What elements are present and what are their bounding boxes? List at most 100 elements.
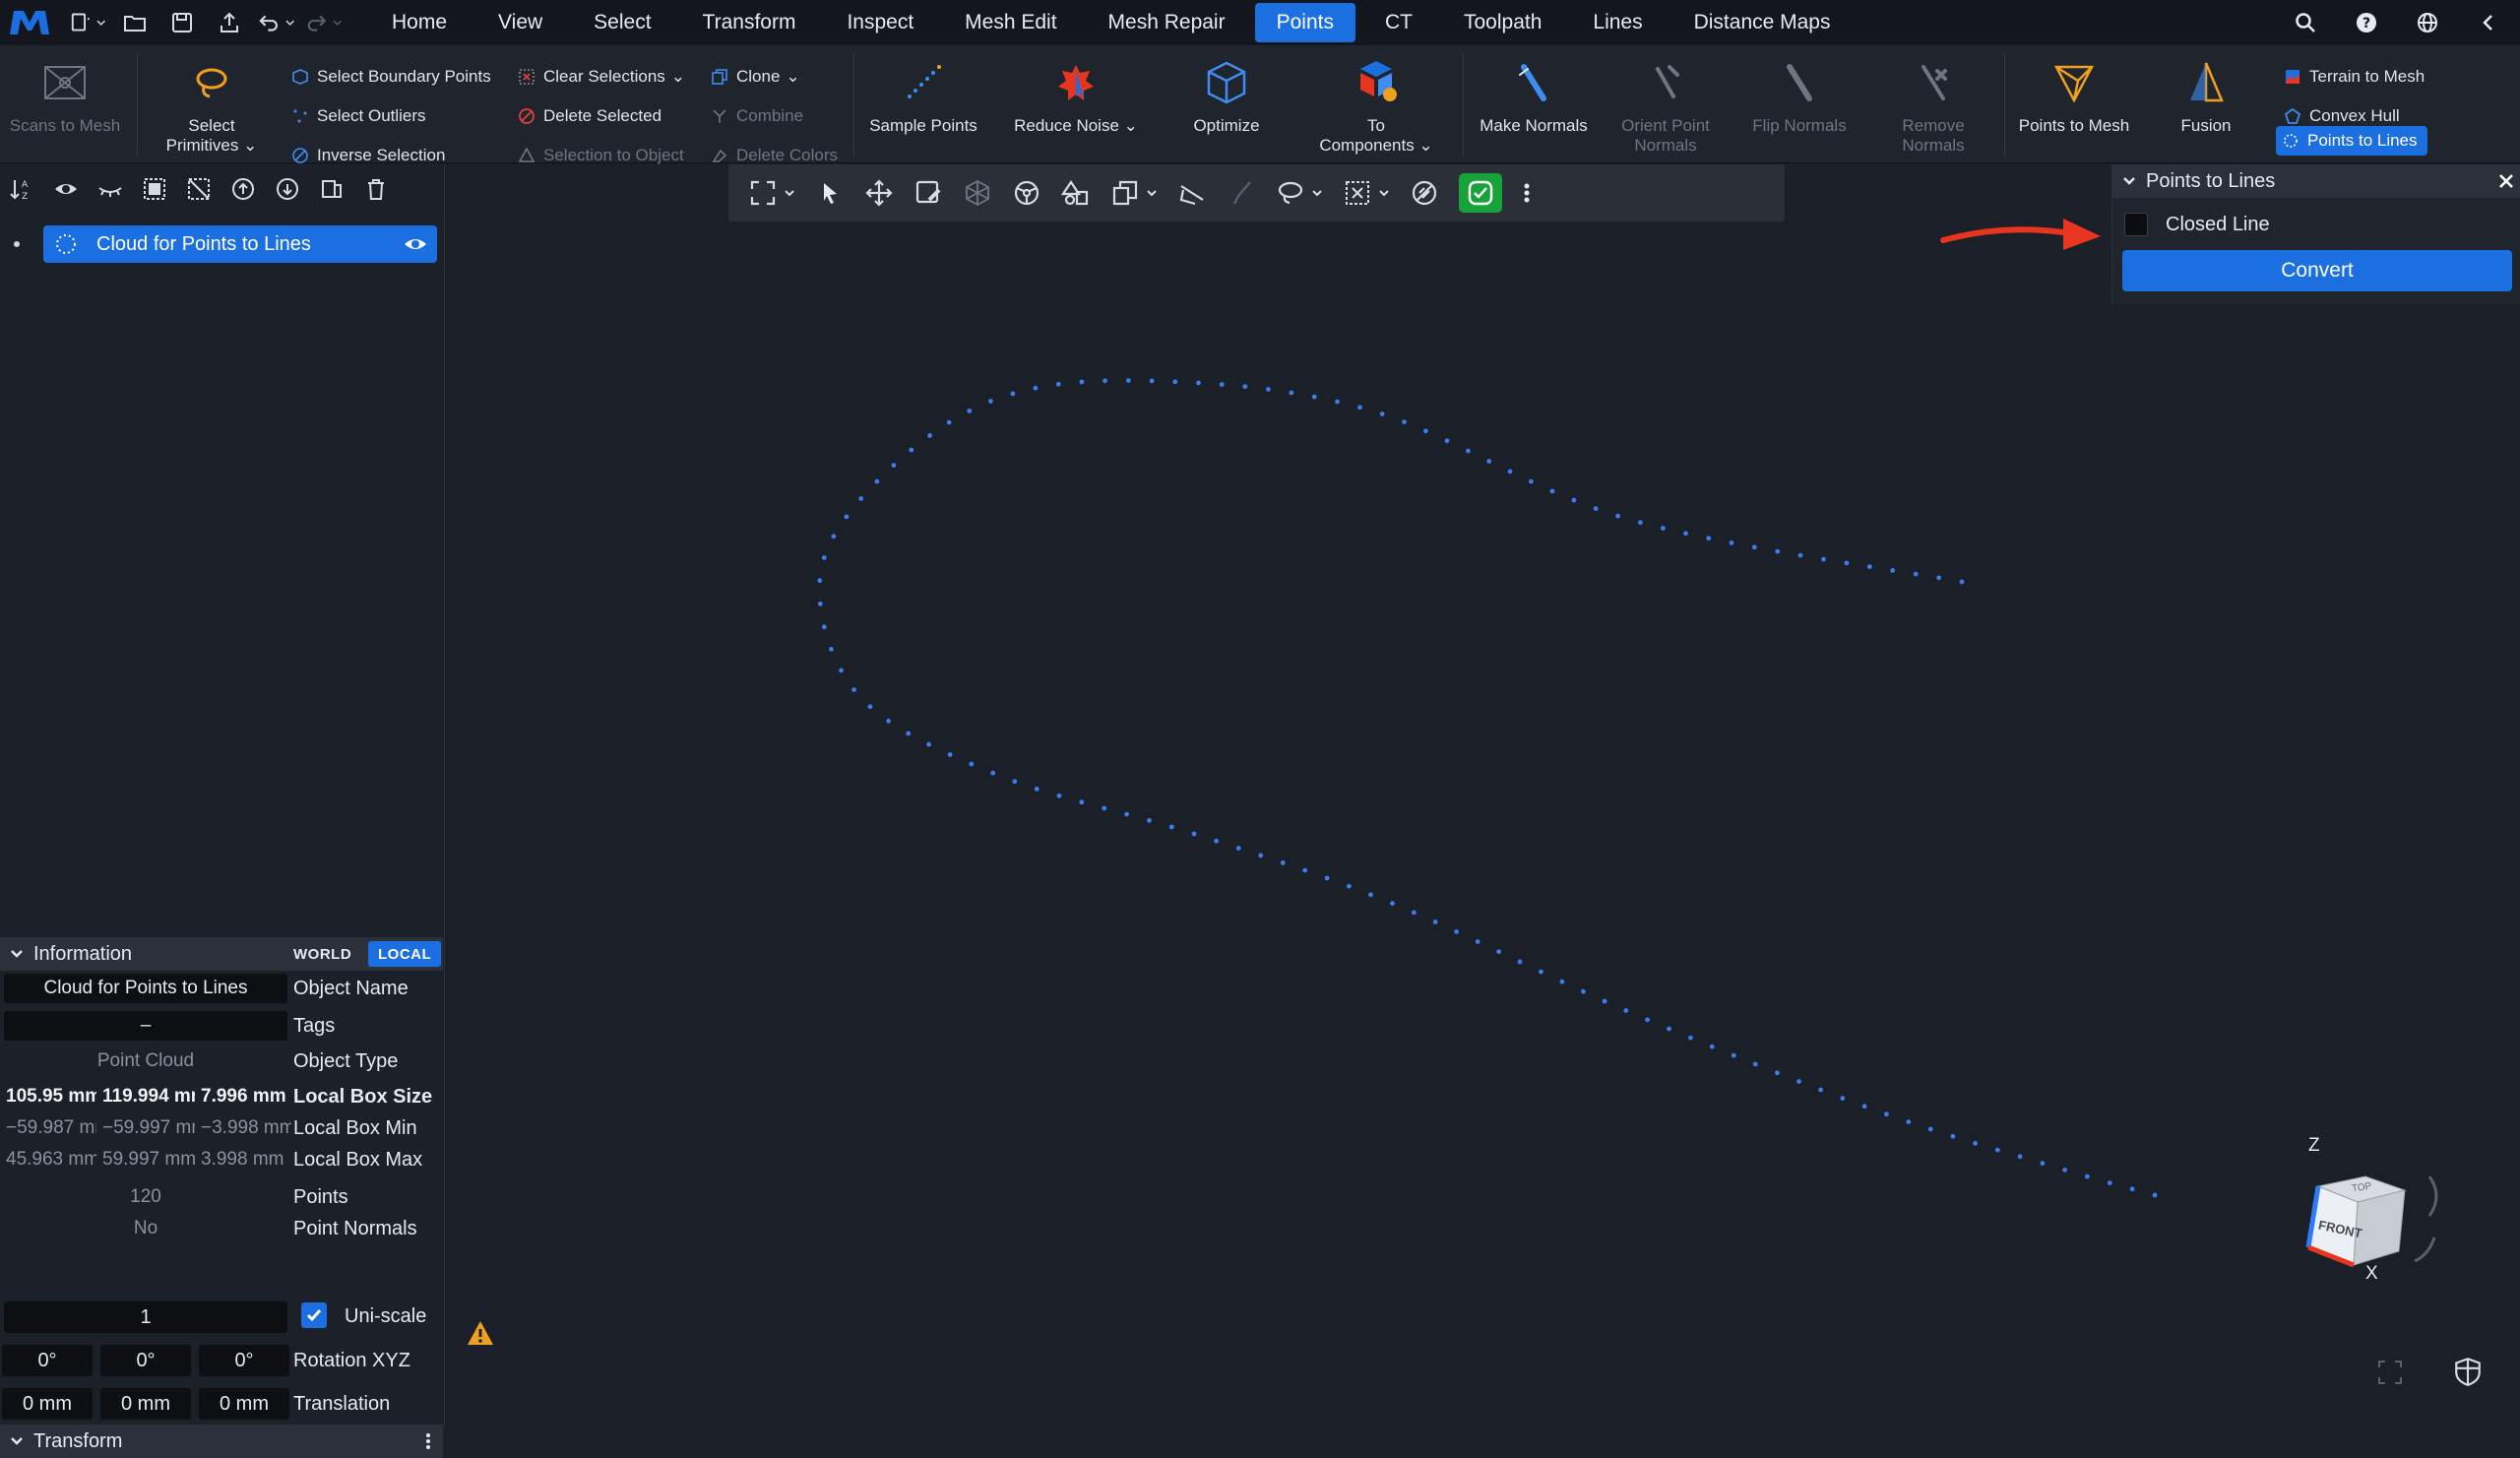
redo-icon[interactable] xyxy=(305,5,343,40)
shapes-icon[interactable] xyxy=(1061,173,1091,213)
points-to-lines-button[interactable]: Points to Lines xyxy=(2276,126,2427,156)
visibility-eye-icon[interactable] xyxy=(402,231,429,257)
translation-x-input[interactable]: 0 mm xyxy=(2,1388,93,1420)
object-name-input[interactable]: Cloud for Points to Lines xyxy=(4,974,287,1003)
app-logo-icon[interactable] xyxy=(8,5,51,40)
sample-points-button[interactable]: Sample Points xyxy=(862,45,984,163)
reduce-noise-button[interactable]: Reduce Noise ⌄ xyxy=(1012,45,1140,163)
transform-header[interactable]: Transform xyxy=(0,1425,443,1458)
delete-selected-button[interactable]: Delete Selected xyxy=(518,99,662,133)
fusion-button[interactable]: Fusion xyxy=(2152,45,2260,163)
menu-view[interactable]: View xyxy=(476,3,564,42)
help-icon[interactable]: ? xyxy=(2347,5,2386,40)
points-to-lines-header[interactable]: Points to Lines xyxy=(2112,164,2520,198)
rotation-x-input[interactable]: 0° xyxy=(2,1345,93,1376)
collapse-chevron-icon[interactable] xyxy=(2469,5,2508,40)
rotation-y-input[interactable]: 0° xyxy=(100,1345,191,1376)
terrain-to-mesh-button[interactable]: Terrain to Mesh xyxy=(2284,60,2425,94)
search-icon[interactable] xyxy=(2286,5,2325,40)
delete-trash-icon[interactable] xyxy=(360,173,392,205)
cloud-point xyxy=(927,433,932,438)
duplicate-icon[interactable] xyxy=(316,173,347,205)
translation-z-input[interactable]: 0 mm xyxy=(199,1388,289,1420)
local-toggle[interactable]: LOCAL xyxy=(368,941,442,967)
menu-inspect[interactable]: Inspect xyxy=(825,3,935,42)
save-icon[interactable] xyxy=(163,5,201,40)
hide-object-icon[interactable] xyxy=(1177,173,1207,213)
menu-mesh-edit[interactable]: Mesh Edit xyxy=(943,3,1078,42)
menu-home[interactable]: Home xyxy=(370,3,469,42)
undo-icon[interactable] xyxy=(258,5,295,40)
points-to-lines-panel: Points to Lines Closed Line Convert xyxy=(2111,164,2520,304)
open-folder-icon[interactable] xyxy=(116,5,154,40)
tags-input[interactable]: – xyxy=(4,1011,287,1041)
shield-view-icon[interactable] xyxy=(2452,1356,2484,1387)
show-all-eye-icon[interactable] xyxy=(50,173,82,205)
warning-icon[interactable] xyxy=(466,1318,495,1348)
3d-viewport[interactable]: FRONT TOP Z X xyxy=(446,164,2520,1427)
view-cube[interactable]: FRONT TOP Z X xyxy=(2297,1135,2454,1326)
flip-normals-button[interactable]: Flip Normals xyxy=(1738,45,1860,163)
deselect-all-icon[interactable] xyxy=(183,173,215,205)
make-normals-button[interactable]: Make Normals xyxy=(1473,45,1595,163)
reduce-noise-icon xyxy=(1050,57,1102,108)
clone-button[interactable]: Clone ⌄ xyxy=(711,60,800,94)
menu-mesh-repair[interactable]: Mesh Repair xyxy=(1087,3,1247,42)
tree-item-cloud[interactable]: Cloud for Points to Lines xyxy=(43,225,437,263)
menu-lines[interactable]: Lines xyxy=(1571,3,1664,42)
more-options-icon[interactable] xyxy=(423,1431,433,1451)
select-primitives-button[interactable]: Select Primitives ⌄ xyxy=(148,45,276,163)
menu-transform[interactable]: Transform xyxy=(681,3,818,42)
new-file-icon[interactable] xyxy=(69,5,106,40)
select-boundary-points-button[interactable]: Select Boundary Points xyxy=(291,60,491,94)
fit-view-icon[interactable] xyxy=(2375,1358,2405,1387)
copy-object-icon[interactable] xyxy=(1110,173,1158,213)
move-up-icon[interactable] xyxy=(227,173,259,205)
brush-icon[interactable] xyxy=(1227,173,1256,213)
fit-selection-icon[interactable] xyxy=(748,173,795,213)
pointer-select-icon[interactable] xyxy=(815,173,845,213)
more-vertical-icon[interactable] xyxy=(1522,173,1532,213)
export-icon[interactable] xyxy=(211,5,248,40)
cloud-point xyxy=(867,704,873,710)
menu-ct[interactable]: CT xyxy=(1363,3,1434,42)
viewport-toolbar xyxy=(728,164,1785,222)
to-components-button[interactable]: To Components ⌄ xyxy=(1315,45,1437,163)
rotation-z-input[interactable]: 0° xyxy=(199,1345,289,1376)
select-all-icon[interactable] xyxy=(139,173,170,205)
uniscale-checkbox[interactable] xyxy=(301,1302,327,1328)
orient-point-normals-button[interactable]: Orient Point Normals xyxy=(1605,45,1727,163)
no-backface-icon[interactable] xyxy=(1410,173,1439,213)
mesh-wire-icon[interactable] xyxy=(963,173,992,213)
move-down-icon[interactable] xyxy=(272,173,303,205)
optimize-button[interactable]: Optimize xyxy=(1171,45,1282,163)
convert-button[interactable]: Convert xyxy=(2122,250,2512,291)
menu-select[interactable]: Select xyxy=(572,3,672,42)
box-select-icon[interactable] xyxy=(1343,173,1390,213)
menu-points[interactable]: Points xyxy=(1254,3,1355,42)
flip-normals-icon xyxy=(1774,57,1825,108)
steering-wheel-icon[interactable] xyxy=(1012,173,1041,213)
scans-to-mesh-button[interactable]: Scans to Mesh xyxy=(0,45,130,163)
edit-object-icon[interactable] xyxy=(914,173,943,213)
lasso-icon[interactable] xyxy=(1276,173,1323,213)
confirm-check-icon[interactable] xyxy=(1459,173,1502,213)
translation-y-input[interactable]: 0 mm xyxy=(100,1388,191,1420)
menu-distance-maps[interactable]: Distance Maps xyxy=(1672,3,1853,42)
scale-input[interactable]: 1 xyxy=(4,1301,287,1333)
closed-line-checkbox[interactable] xyxy=(2124,213,2148,236)
globe-icon[interactable] xyxy=(2408,5,2447,40)
hide-all-eye-icon[interactable] xyxy=(94,173,126,205)
move-arrows-icon[interactable] xyxy=(864,173,894,213)
clear-selections-button[interactable]: Clear Selections ⌄ xyxy=(518,60,685,94)
points-to-mesh-button[interactable]: Points to Mesh xyxy=(2012,45,2136,163)
close-icon[interactable] xyxy=(2497,172,2515,190)
remove-normals-button[interactable]: Remove Normals xyxy=(1872,45,1994,163)
world-toggle[interactable]: WORLD xyxy=(284,941,361,967)
menu-toolpath[interactable]: Toolpath xyxy=(1442,3,1563,42)
sort-icon[interactable]: AZ xyxy=(6,173,37,205)
cloud-point xyxy=(1496,949,1501,954)
select-outliers-button[interactable]: Select Outliers xyxy=(291,99,426,133)
svg-text:?: ? xyxy=(2362,16,2370,32)
combine-button[interactable]: Combine xyxy=(711,99,803,133)
